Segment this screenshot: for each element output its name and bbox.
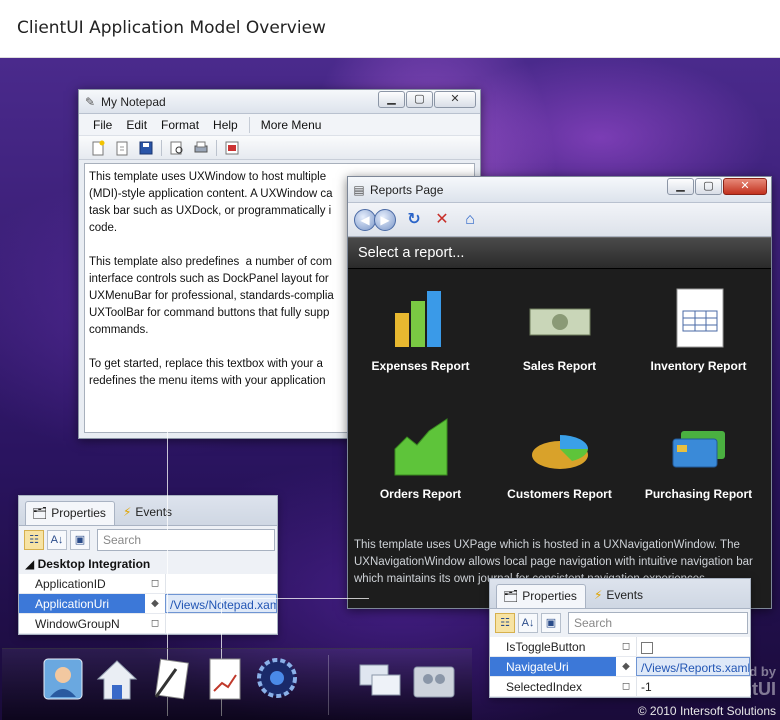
taskbar-dock (2, 648, 472, 720)
reports-titlebar[interactable]: ▤ Reports Page ▁ ▢ ✕ (348, 177, 771, 203)
lightning-icon: ⚡ (122, 505, 132, 519)
maximize-button[interactable]: ▢ (406, 91, 433, 108)
notepad-properties-panel: 🗂 Properties ⚡ Events ☷ A↓ ▣ Search ◢ De… (18, 495, 278, 635)
reports-dock-icon[interactable] (204, 657, 246, 703)
document-table-icon (667, 287, 731, 351)
pie-chart-icon (528, 415, 592, 479)
purchasing-report-item[interactable]: Purchasing Report (629, 415, 768, 501)
back-icon[interactable]: ◀ (354, 208, 376, 231)
lightning-icon: ⚡ (593, 588, 603, 602)
image-icon[interactable] (223, 139, 241, 157)
group-icon[interactable] (412, 661, 455, 707)
stop-icon[interactable]: ✕ (432, 210, 452, 230)
events-tab[interactable]: ⚡ Events (117, 501, 180, 525)
notepad-toolbar (79, 136, 480, 160)
property-row-selected[interactable]: ApplicationUri ◆ /Views/Notepad.xaml (19, 594, 277, 614)
notepad-dock-icon[interactable] (150, 657, 192, 703)
credit-card-icon (667, 415, 731, 479)
properties-tab[interactable]: 🗂 Properties (25, 501, 115, 525)
property-row[interactable]: WindowGroupN ◻ (19, 614, 277, 634)
sales-report-item[interactable]: Sales Report (490, 287, 629, 373)
home-icon[interactable] (96, 657, 138, 703)
property-row[interactable]: IsToggleButton ◻ (490, 637, 750, 657)
properties-icon: 🗂 (32, 506, 48, 520)
reports-title: Reports Page (370, 183, 444, 197)
navigation-bar: ◀ ▶ ↻ ✕ ⌂ (348, 203, 771, 237)
save-icon[interactable] (137, 139, 155, 157)
property-pages-icon[interactable]: ▣ (70, 530, 90, 550)
customers-report-item[interactable]: Customers Report (490, 415, 629, 501)
property-marker-icon: ◻ (621, 681, 631, 692)
open-icon[interactable] (113, 139, 131, 157)
orders-report-item[interactable]: Orders Report (351, 415, 490, 501)
notepad-menubar: File Edit Format Help More Menu (79, 114, 480, 136)
property-row[interactable]: ApplicationID ◻ (19, 574, 277, 594)
user-icon[interactable] (42, 657, 84, 703)
expenses-report-item[interactable]: Expenses Report (351, 287, 490, 373)
page-header: ClientUI Application Model Overview (0, 0, 780, 58)
desktop-area: ✎ My Notepad ▁ ▢ ✕ File Edit Format Help… (0, 58, 780, 720)
notepad-app-icon: ✎ (84, 95, 96, 109)
refresh-icon[interactable]: ↻ (404, 210, 424, 230)
home-icon[interactable]: ⌂ (460, 210, 480, 230)
copyright-text: © 2010 Intersoft Solutions (637, 704, 776, 718)
property-marker-icon: ◆ (151, 598, 159, 609)
checkbox[interactable] (641, 641, 653, 654)
notepad-titlebar[interactable]: ✎ My Notepad ▁ ▢ ✕ (79, 90, 480, 114)
new-icon[interactable] (89, 139, 107, 157)
select-report-heading: Select a report... (348, 237, 771, 269)
property-marker-icon: ◻ (621, 641, 631, 652)
properties-icon: 🗂 (503, 589, 519, 603)
property-marker-icon: ◻ (150, 578, 160, 589)
category-header[interactable]: ◢ Desktop Integration (19, 554, 277, 574)
search-input[interactable]: Search (568, 612, 748, 634)
menu-separator (248, 116, 250, 133)
print-preview-icon[interactable] (168, 139, 186, 157)
close-button[interactable]: ✕ (723, 178, 767, 195)
dock-separator (328, 655, 329, 715)
categorized-icon[interactable]: ☷ (24, 530, 44, 550)
sort-alpha-icon[interactable]: A↓ (518, 613, 538, 633)
forward-icon[interactable]: ▶ (374, 208, 396, 231)
connector-line (221, 598, 369, 599)
reports-app-icon: ▤ (353, 183, 365, 197)
menu-more[interactable]: More Menu (254, 118, 329, 132)
property-pages-icon[interactable]: ▣ (541, 613, 561, 633)
maximize-button[interactable]: ▢ (695, 178, 722, 195)
reports-window[interactable]: ▤ Reports Page ▁ ▢ ✕ ◀ ▶ ↻ ✕ ⌂ Select a … (347, 176, 772, 609)
events-tab[interactable]: ⚡ Events (588, 584, 651, 608)
bar-chart-icon (389, 287, 453, 351)
windows-dock-icon[interactable] (358, 661, 401, 707)
toolbar-separator (216, 139, 217, 156)
minimize-button[interactable]: ▁ (667, 178, 694, 195)
clientui-watermark: d by ClientUI (707, 664, 776, 699)
toolbar-separator (161, 139, 162, 156)
property-marker-icon: ◆ (622, 661, 630, 672)
menu-file[interactable]: File (86, 118, 119, 132)
gear-icon[interactable] (254, 655, 297, 701)
area-chart-icon (389, 415, 453, 479)
close-button[interactable]: ✕ (434, 91, 476, 108)
menu-format[interactable]: Format (154, 118, 206, 132)
page-title: ClientUI Application Model Overview (17, 18, 326, 38)
menu-edit[interactable]: Edit (119, 118, 154, 132)
inventory-report-item[interactable]: Inventory Report (629, 287, 768, 373)
report-grid: Expenses Report Sales Report Inventory R… (351, 273, 768, 525)
notepad-title: My Notepad (101, 95, 166, 109)
money-icon (528, 287, 592, 351)
menu-help[interactable]: Help (206, 118, 245, 132)
properties-tab[interactable]: 🗂 Properties (496, 584, 586, 608)
minimize-button[interactable]: ▁ (378, 91, 405, 108)
print-icon[interactable] (192, 139, 210, 157)
property-marker-icon: ◻ (150, 618, 160, 629)
categorized-icon[interactable]: ☷ (495, 613, 515, 633)
sort-alpha-icon[interactable]: A↓ (47, 530, 67, 550)
search-input[interactable]: Search (97, 529, 275, 551)
